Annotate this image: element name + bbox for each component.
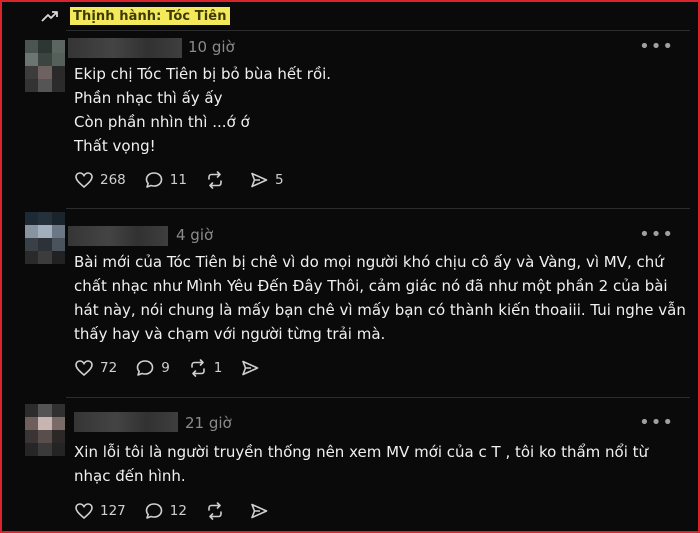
like-button[interactable]: 72: [74, 358, 117, 378]
comment-count: 9: [161, 360, 170, 376]
heart-icon: [75, 172, 93, 189]
post-body: Ekip chị Tóc Tiên bị bỏ bùa hết rồi. Phầ…: [74, 62, 674, 158]
post-line: chất nhạc như Mình Yêu Đến Đây Thôi, cảm…: [74, 277, 668, 295]
post-actions: 127 12: [74, 501, 293, 521]
post-body: Xin lỗi tôi là người truyền thống nên xe…: [74, 440, 674, 488]
like-count: 72: [100, 360, 118, 376]
repost-icon: [208, 171, 222, 189]
like-button[interactable]: 268: [74, 170, 126, 190]
post-line: nhạc đến hình.: [74, 467, 186, 485]
trending-up-icon: [41, 11, 58, 22]
username[interactable]: [68, 226, 168, 246]
username[interactable]: [68, 38, 182, 58]
like-count: 127: [100, 503, 126, 519]
comment-count: 12: [169, 503, 187, 519]
trending-header[interactable]: Thịnh hành: Tóc Tiên: [40, 4, 230, 28]
comment-button[interactable]: 12: [144, 501, 187, 521]
post-actions: 72 9 1: [74, 358, 284, 378]
trending-label[interactable]: Thịnh hành: Tóc Tiên: [70, 7, 230, 25]
comment-button[interactable]: 9: [135, 358, 170, 378]
post-line: thấy hay và chạm với người từng trải mà.: [74, 325, 386, 343]
share-count: 5: [274, 172, 284, 188]
comment-icon: [136, 360, 154, 376]
post-line: Thất vọng!: [74, 137, 156, 155]
post-line: Bài mới của Tóc Tiên bị chê vì do mọi ng…: [74, 253, 664, 271]
heart-icon: [75, 503, 93, 520]
comment-count: 11: [169, 172, 187, 188]
post-time[interactable]: 10 giờ: [188, 38, 235, 56]
post-line: Xin lỗi tôi là người truyền thống nên xe…: [74, 443, 649, 461]
comment-icon: [145, 172, 163, 188]
share-button[interactable]: 5: [249, 170, 284, 190]
post-line: Còn phần nhìn thì ...ớ ớ: [74, 113, 250, 131]
post-line: hát này, nói chung là mấy bạn chê vì mấy…: [74, 301, 686, 319]
comment-icon: [145, 503, 163, 519]
post-time[interactable]: 21 giờ: [185, 414, 232, 432]
username[interactable]: [74, 412, 178, 432]
comment-button[interactable]: 11: [144, 170, 187, 190]
send-icon: [242, 360, 259, 376]
divider: [66, 30, 690, 31]
repost-button[interactable]: 1: [188, 358, 223, 378]
heart-icon: [75, 360, 93, 377]
post-line: Phần nhạc thì ấy ấy: [74, 89, 223, 107]
share-button[interactable]: [240, 358, 266, 378]
more-options-button[interactable]: •••: [639, 36, 674, 57]
repost-button[interactable]: [205, 170, 231, 190]
like-button[interactable]: 127: [74, 501, 126, 521]
avatar[interactable]: [25, 404, 65, 456]
divider: [66, 208, 690, 209]
like-count: 268: [100, 172, 126, 188]
send-icon: [251, 503, 268, 519]
post-time[interactable]: 4 giờ: [176, 226, 213, 244]
post-body: Bài mới của Tóc Tiên bị chê vì do mọi ng…: [74, 250, 686, 346]
post-line: Ekip chị Tóc Tiên bị bỏ bùa hết rồi.: [74, 65, 332, 83]
avatar[interactable]: [25, 212, 65, 264]
share-button[interactable]: [249, 501, 275, 521]
post-actions: 268 11 5: [74, 170, 302, 190]
more-options-button[interactable]: •••: [639, 224, 674, 245]
repost-icon: [208, 502, 222, 520]
avatar[interactable]: [25, 40, 65, 92]
divider: [66, 397, 690, 398]
repost-button[interactable]: [205, 501, 231, 521]
send-icon: [251, 172, 268, 188]
repost-icon: [190, 359, 205, 377]
more-options-button[interactable]: •••: [639, 412, 674, 433]
repost-count: 1: [213, 360, 223, 376]
